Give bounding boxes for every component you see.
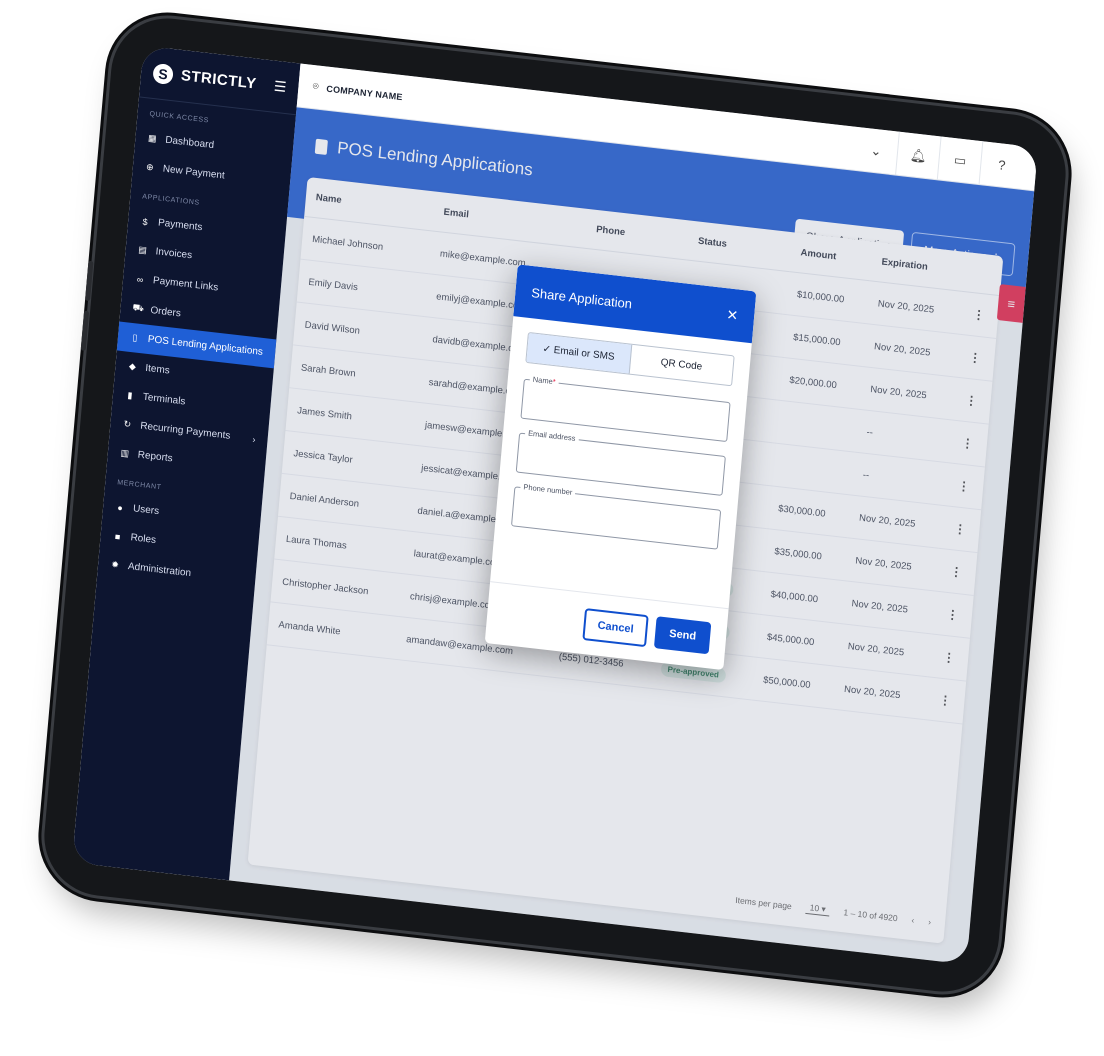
chevron-right-icon: › xyxy=(252,433,257,445)
chevron-down-icon[interactable]: ⌄ xyxy=(853,126,899,175)
terminal-icon: ▮ xyxy=(127,389,133,401)
required-marker: * xyxy=(552,377,557,387)
screen: S STRICTLY ☰ QUICK ACCESS ▦ Dashboard ⊕ New … xyxy=(72,45,1038,965)
bell-icon[interactable]: 🔔︎ xyxy=(895,131,941,180)
sidebar-item-label: Items xyxy=(144,362,171,377)
brand-name: STRICTLY xyxy=(180,67,258,93)
sidebar-item-label: Invoices xyxy=(155,246,193,262)
sidebar-item-label: Recurring Payments xyxy=(139,420,231,442)
sidebar-item-label: Orders xyxy=(149,304,182,319)
tab-qr-code[interactable]: QR Code xyxy=(629,345,733,385)
volume-button xyxy=(80,310,90,351)
volume-button xyxy=(85,260,94,302)
help-icon[interactable]: ? xyxy=(978,140,1025,190)
dialog-title: Share Application xyxy=(530,284,633,311)
chart-icon: ▥ xyxy=(120,447,130,459)
invoice-icon: ▤ xyxy=(138,244,148,256)
sidebar-item-label: Reports xyxy=(137,449,174,465)
send-button[interactable]: Send xyxy=(654,615,712,654)
dollar-icon: $ xyxy=(142,216,149,227)
close-icon[interactable]: ✕ xyxy=(726,306,739,324)
link-icon: ∞ xyxy=(136,273,144,285)
tablet-device: S STRICTLY ☰ QUICK ACCESS ▦ Dashboard ⊕ New … xyxy=(39,12,1071,998)
phone-field-wrap: Phone number xyxy=(510,481,722,550)
share-application-dialog: Share Application ✕ ✓ Email or SMS QR Co… xyxy=(484,264,757,671)
phone-input[interactable] xyxy=(510,486,722,550)
sidebar-item-label: Users xyxy=(132,503,160,518)
cancel-button[interactable]: Cancel xyxy=(582,607,649,647)
chat-icon[interactable]: ▭ xyxy=(936,135,983,185)
tab-email-or-sms[interactable]: ✓ Email or SMS xyxy=(526,332,632,374)
hamburger-menu-icon[interactable]: ☰ xyxy=(273,78,287,96)
user-icon: ● xyxy=(117,501,124,513)
tag-icon: ◆ xyxy=(128,360,137,372)
document-icon: ▯ xyxy=(132,332,138,343)
stage: S STRICTLY ☰ QUICK ACCESS ▦ Dashboard ⊕ New … xyxy=(0,0,1104,1056)
sidebar-item-label: Payments xyxy=(157,217,203,234)
recurring-icon: ↻ xyxy=(123,418,132,430)
location-pin-icon: ⌾ xyxy=(312,81,319,93)
sidebar-item-label: Administration xyxy=(127,561,192,580)
sidebar-item-label: POS Lending Applications xyxy=(147,333,264,358)
sidebar-item-label: Dashboard xyxy=(164,134,215,152)
logo-mark-icon: S xyxy=(152,62,174,85)
sidebar-item-label: New Payment xyxy=(162,163,226,182)
dashboard-icon: ▦ xyxy=(147,132,158,144)
plus-circle-icon: ⊕ xyxy=(145,161,155,173)
company-name[interactable]: COMPANY NAME xyxy=(326,83,403,102)
gear-icon: ✹ xyxy=(110,559,120,570)
sidebar-item-label: Roles xyxy=(130,532,157,547)
sidebar-item-label: Terminals xyxy=(142,391,186,408)
cart-icon: ⛟ xyxy=(132,301,145,314)
sidebar-item-label: Payment Links xyxy=(152,275,219,294)
lock-icon: ■ xyxy=(114,530,121,542)
